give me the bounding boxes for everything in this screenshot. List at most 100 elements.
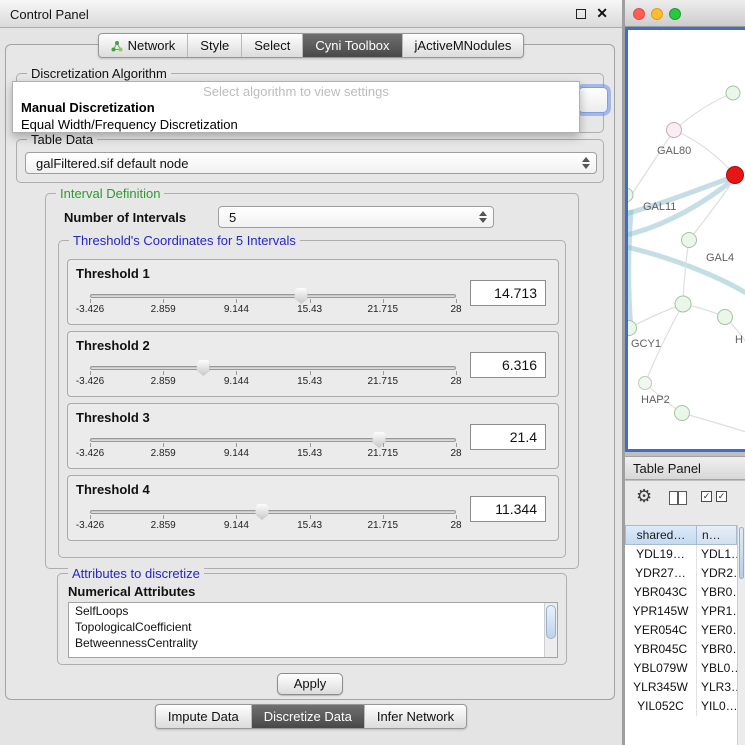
table-data-combo[interactable]: galFiltered.sif default node [25,152,597,174]
cell-shared-name[interactable]: YER054C [625,621,697,640]
cell-shared-name[interactable]: YLR345W [625,678,697,697]
slider-track[interactable] [90,294,456,298]
threshold-slider[interactable] [90,430,456,450]
attribute-item[interactable]: SelfLoops [69,603,557,619]
node[interactable] [682,233,697,248]
network-view-frame: GAL80 GAL11 GAL4 GCY1 HAP2 H [625,27,745,452]
threshold-value-field[interactable]: 21.4 [470,424,546,450]
node[interactable] [726,86,740,100]
table-row[interactable]: YDR27…YDR2… [625,564,737,583]
threshold-value-field[interactable]: 6.316 [470,352,546,378]
table-row[interactable]: YBR045CYBR0… [625,640,737,659]
gear-icon[interactable]: ⚙ [636,486,652,507]
cell-shared-name[interactable]: YDR27… [625,564,697,583]
cell-name[interactable]: YBL0… [697,659,737,678]
node[interactable] [675,296,691,312]
dropdown-option-equal-width-frequency[interactable]: Equal Width/Frequency Discretization [13,116,579,133]
apply-button[interactable]: Apply [277,673,343,695]
slider-tick-labels: -3.4262.8599.14415.4321.71528 [90,376,456,388]
tab-select[interactable]: Select [241,34,302,57]
threshold-slider[interactable] [90,286,456,306]
slider-tickmark [310,299,311,303]
cell-shared-name[interactable]: YBR045C [625,640,697,659]
cell-shared-name[interactable]: YDL19… [625,545,697,564]
cyni-toolbox-content: Discretization Algorithm Select algorith… [5,44,615,700]
threshold-label: Threshold 4 [76,482,150,497]
bottom-tab-infer-network[interactable]: Infer Network [364,705,466,728]
node-selected-red[interactable] [727,167,744,184]
threshold-value-field[interactable]: 11.344 [470,496,546,522]
network-canvas[interactable]: GAL80 GAL11 GAL4 GCY1 HAP2 H [628,30,745,449]
threshold-panel: Threshold 1 -3.4262.8599.14415.4321.7152… [67,259,559,325]
cell-name[interactable]: YLR3… [697,678,737,697]
node[interactable] [639,377,652,390]
threshold-slider[interactable] [90,358,456,378]
checkbox-icon[interactable]: ✓ [716,491,727,502]
scrollbar-thumb[interactable] [739,527,744,579]
tick-label: 28 [450,520,461,531]
node[interactable] [628,321,637,336]
node[interactable] [667,123,682,138]
tab-network[interactable]: Network [99,34,188,57]
cell-shared-name[interactable]: YBR043C [625,583,697,602]
table-row[interactable]: YBR043CYBR0… [625,583,737,602]
cell-name[interactable]: YBR0… [697,583,737,602]
number-of-intervals-combo[interactable]: 5 [218,206,494,228]
slider-tickmark [90,299,91,303]
slider-thumb[interactable] [197,360,210,376]
slider-track[interactable] [90,438,456,442]
cell-name[interactable]: YBR0… [697,640,737,659]
slider-tickmark [163,515,164,519]
table-row[interactable]: YIL052CYIL0… [625,697,737,716]
scrollbar-thumb[interactable] [546,605,556,639]
cell-name[interactable]: YER0… [697,621,737,640]
slider-tickmark [456,515,457,519]
attribute-item[interactable]: TopologicalCoefficient [69,619,557,635]
threshold-value-field[interactable]: 14.713 [470,280,546,306]
tick-label: -3.426 [76,304,104,315]
cell-name[interactable]: YDR2… [697,564,737,583]
node[interactable] [675,406,690,421]
threshold-slider[interactable] [90,502,456,522]
column-layout-icon[interactable] [669,491,687,505]
column-header-shared-name[interactable]: shared… [625,525,697,545]
cell-name[interactable]: YPR1… [697,602,737,621]
slider-track[interactable] [90,510,456,514]
table-row[interactable]: YBL079WYBL0… [625,659,737,678]
tab-jactivemnodules[interactable]: jActiveMNodules [402,34,524,57]
tick-label: 21.715 [368,448,399,459]
checkbox-icon[interactable]: ✓ [701,491,712,502]
table-row[interactable]: YPR145WYPR1… [625,602,737,621]
bottom-tab-impute-data[interactable]: Impute Data [156,705,251,728]
close-icon[interactable]: ✕ [596,5,608,22]
mac-minimize-icon[interactable] [651,8,663,20]
table-scrollbar[interactable] [737,525,745,745]
table-row[interactable]: YER054CYER0… [625,621,737,640]
slider-thumb[interactable] [295,288,308,304]
cell-name[interactable]: YIL0… [697,697,737,716]
float-window-icon[interactable] [576,9,586,19]
group-title: Threshold's Coordinates for 5 Intervals [69,233,300,248]
column-header-name[interactable]: n… [697,525,737,545]
attribute-item[interactable]: BetweennessCentrality [69,635,557,651]
mac-close-icon[interactable] [633,8,645,20]
tab-style[interactable]: Style [187,34,241,57]
node[interactable] [718,310,733,325]
bottom-tab-discretize-data[interactable]: Discretize Data [251,705,364,728]
dropdown-option-manual-discretization[interactable]: Manual Discretization [13,99,579,116]
cell-shared-name[interactable]: YBL079W [625,659,697,678]
slider-track[interactable] [90,366,456,370]
cell-shared-name[interactable]: YIL052C [625,697,697,716]
mac-zoom-icon[interactable] [669,8,681,20]
node-label-gal4: GAL4 [706,252,734,264]
table-row[interactable]: YDL19…YDL1… [625,545,737,564]
tab-cyni-toolbox[interactable]: Cyni Toolbox [302,34,401,57]
node[interactable] [628,188,633,202]
algorithm-combo-fragment[interactable] [578,87,608,113]
attributes-scrollbar[interactable] [544,603,557,657]
cell-name[interactable]: YDL1… [697,545,737,564]
cell-shared-name[interactable]: YPR145W [625,602,697,621]
table-row[interactable]: YLR345WYLR3… [625,678,737,697]
slider-thumb[interactable] [256,504,269,520]
threshold-panel: Threshold 2 -3.4262.8599.14415.4321.7152… [67,331,559,397]
